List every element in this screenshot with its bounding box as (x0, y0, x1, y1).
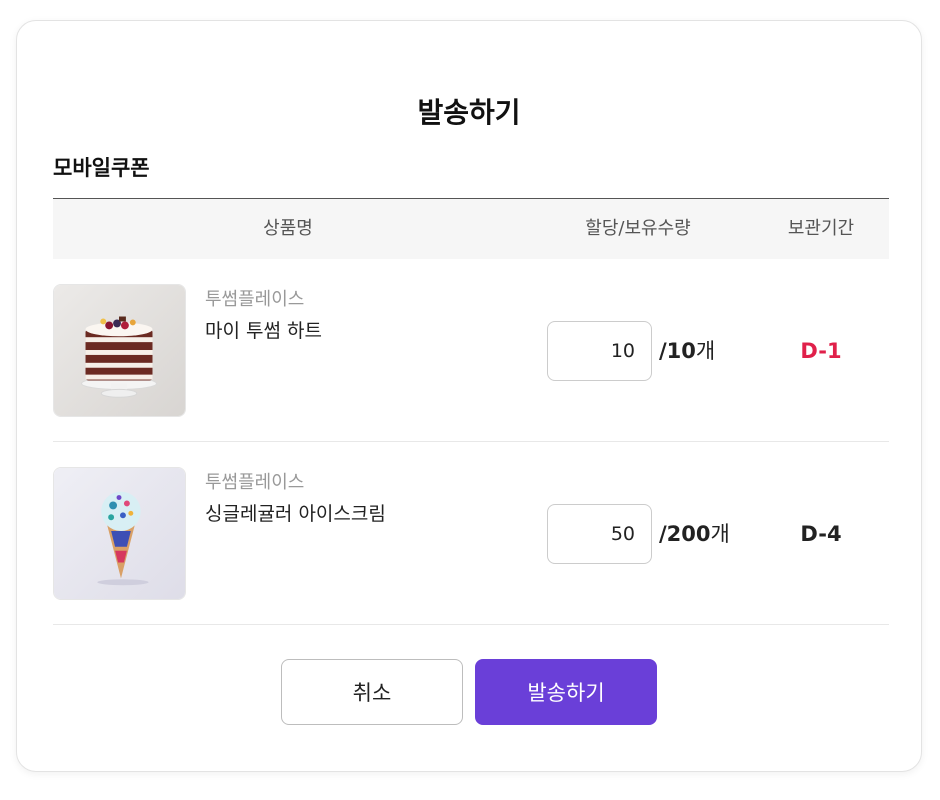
table-row: 투썸플레이스 싱글레귤러 아이스크림 /200개 D-4 (53, 442, 889, 625)
product-name: 싱글레귤러 아이스크림 (205, 503, 386, 525)
quantity-input[interactable] (547, 504, 652, 564)
ice-cream-cone-image (53, 467, 186, 600)
storage-period: D-4 (800, 522, 842, 546)
section-title: 모바일쿠폰 (53, 156, 150, 180)
table-header: 상품명 할당/보유수량 보관기간 (53, 198, 889, 259)
quantity-total-number: /200 (659, 522, 711, 546)
quantity-unit: 개 (710, 522, 730, 546)
quantity-total: /10개 (659, 321, 715, 381)
product-brand: 투썸플레이스 (205, 472, 305, 493)
dialog-actions: 취소 발송하기 (17, 659, 921, 725)
dialog-title: 발송하기 (417, 96, 521, 129)
quantity-unit: 개 (695, 339, 716, 363)
quantity-total: /200개 (659, 504, 730, 564)
header-quantity: 할당/보유수량 (585, 218, 691, 239)
storage-period: D-1 (800, 339, 842, 363)
product-brand: 투썸플레이스 (205, 289, 305, 310)
cake-image (53, 284, 186, 417)
send-button[interactable]: 발송하기 (475, 659, 657, 725)
product-name: 마이 투썸 하트 (205, 320, 322, 342)
send-dialog: 발송하기 모바일쿠폰 상품명 할당/보유수량 보관기간 투썸플레이스 마이 투썸… (16, 20, 922, 772)
cancel-button[interactable]: 취소 (281, 659, 463, 725)
header-storage-period: 보관기간 (787, 218, 855, 239)
quantity-total-number: /10 (659, 339, 696, 363)
coupon-table: 상품명 할당/보유수량 보관기간 투썸플레이스 마이 투썸 하트 10 /10개… (53, 198, 889, 625)
quantity-input[interactable] (547, 321, 652, 381)
header-product-name: 상품명 (263, 218, 313, 239)
table-row: 투썸플레이스 마이 투썸 하트 /10개 D-1 (53, 259, 889, 442)
